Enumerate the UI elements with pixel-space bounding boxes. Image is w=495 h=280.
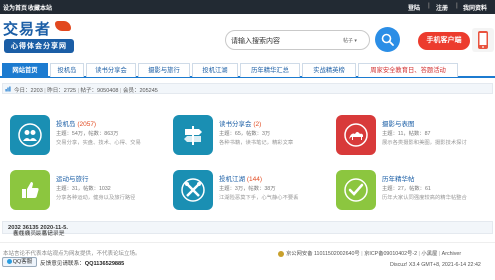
- forum-name[interactable]: 投机岛: [56, 121, 76, 128]
- logo-subtitle: 心得体会分享网: [4, 39, 74, 53]
- set-homepage-link[interactable]: 设为首页: [3, 3, 27, 12]
- forum-stats: 主题：11，帖数：87: [382, 131, 431, 137]
- forum-stats: 主题：31，帖数：1032: [56, 186, 111, 192]
- forum-description: 各种书籍，读书笔记，精彩文章: [219, 140, 294, 146]
- qq-icon: [6, 259, 12, 265]
- forum-new-count: (2057): [77, 121, 97, 128]
- users-icon: [10, 115, 50, 155]
- search-input[interactable]: 请输入搜索内容: [231, 36, 280, 46]
- my-assets-link[interactable]: 我同资料: [463, 3, 487, 12]
- phone-icon: [472, 28, 494, 52]
- bookmark-link[interactable]: 收藏本站: [28, 3, 52, 12]
- site-stats: 今日：2203 | 昨日：2725 | 帖子：9050408 | 会员：2052…: [2, 83, 493, 94]
- nav-reading-club[interactable]: 读书分享会: [86, 63, 136, 77]
- top-bar: 设为首页 收藏本站 登陆 | 注册 | 我同资料: [0, 0, 495, 14]
- signpost-icon: [173, 115, 213, 155]
- forum-item[interactable]: 读书分享会 (2) 主题：65，帖数：3万 各种书籍，读书笔记，精彩文章: [165, 107, 320, 157]
- footer-time: Discuz! X3.4 GMT+8, 2021-6-14 22:42: [390, 262, 481, 268]
- qq-number: QQ1136529885: [84, 261, 125, 267]
- forum-description: 交易分享，实盘、技术、心得、交易: [56, 140, 141, 146]
- forum-name[interactable]: 摄影与表图: [382, 121, 415, 128]
- main-nav: 网站首页 投机岛 读书分享会 摄影与旅行 投机江湖 历年精华汇总 实战精英榜 周…: [0, 62, 495, 78]
- mobile-app-button[interactable]: 手机客户端: [418, 32, 470, 50]
- login-link[interactable]: 登陆: [408, 3, 420, 12]
- chart-icon: [5, 86, 11, 92]
- forum-stats: 主题：54万，帖数：863万: [56, 131, 119, 137]
- logo-title: 交易者: [3, 20, 52, 38]
- stat-today: 2203: [30, 88, 43, 94]
- search-button[interactable]: [375, 27, 400, 52]
- forum-item[interactable]: 运动与旅行 主题：31，帖数：1032 分享各种运动，健身以及旅行路径: [2, 162, 157, 212]
- forum-name[interactable]: 运动与旅行: [56, 176, 89, 183]
- forum-name[interactable]: 历年精华帖: [382, 176, 415, 183]
- stat-yesterday: 2725: [63, 88, 77, 94]
- forum-description: 历年大家认同强度较高的精华帖整合: [382, 195, 467, 201]
- forum-description: 江湖险恶莫下手，心气静心不要丢: [219, 195, 299, 201]
- stat-posts: 9050408: [97, 88, 119, 94]
- site-logo[interactable]: 交易者 心得体会分享网: [3, 18, 75, 56]
- forum-stats: 主题：65，帖数：3万: [219, 131, 271, 137]
- qq-prefix: 反馈意见请联系：: [40, 261, 85, 267]
- footer-disclaimer: 本站言论不代表本站观点为网友提供，不代表论坛立场。: [3, 251, 141, 257]
- nav-jianghu[interactable]: 投机江湖: [192, 63, 238, 77]
- forum-stats: 主题：27，帖数：61: [382, 186, 431, 192]
- forum-description: 展示各类摄影和美图，摄影技术探讨: [382, 140, 467, 146]
- forum-item[interactable]: 投机江湖 (144) 主题：3万，帖数：38万 江湖险恶莫下手，心气静心不要丢: [165, 162, 320, 212]
- tools-icon: [173, 170, 213, 210]
- camel-icon: [336, 115, 376, 155]
- forum-item[interactable]: 投机岛 (2057) 主题：54万，帖数：863万 交易分享，实盘、技术、心得、…: [2, 107, 157, 157]
- forum-new-count: (144): [246, 176, 262, 183]
- handshake-icon: [55, 21, 71, 31]
- forum-name[interactable]: 读书分享会: [219, 121, 252, 128]
- register-link[interactable]: 注册: [436, 3, 448, 12]
- nav-photo-travel[interactable]: 摄影与旅行: [138, 63, 190, 77]
- forum-list: 投机岛 (2057) 主题：54万，帖数：863万 交易分享，实盘、技术、心得、…: [2, 107, 493, 219]
- nav-yearly-best[interactable]: 历年精华汇总: [240, 63, 300, 77]
- search-type-select[interactable]: 帖子 ▾: [343, 37, 357, 44]
- police-badge-icon: [278, 250, 284, 257]
- forum-name[interactable]: 投机江湖: [219, 176, 245, 183]
- forum-item[interactable]: 摄影与表图 主题：11，帖数：87 展示各类摄影和美图，摄影技术探讨: [328, 107, 483, 157]
- nav-elite-ranking[interactable]: 实战精英榜: [302, 63, 356, 77]
- search-box[interactable]: 请输入搜索内容 帖子 ▾: [225, 30, 370, 50]
- nav-safety-education[interactable]: 周家安全教育日、答题活动: [358, 63, 458, 77]
- forum-description: 分享各种运动，健身以及旅行路径: [56, 195, 136, 201]
- thumb-icon: [10, 170, 50, 210]
- forum-new-count: (2): [253, 121, 262, 128]
- forum-stats: 主题：3万，帖数：38万: [219, 186, 276, 192]
- search-icon: [381, 33, 394, 46]
- forum-item[interactable]: 历年精华帖 主题：27，帖数：61 历年大家认同强度较高的精华帖整合: [328, 162, 483, 212]
- stat-members: 205245: [139, 88, 158, 94]
- online-members-bar[interactable]: 在线会员 - 总计 2032 人在线 - 最高记录是 36135 于 2020-…: [2, 221, 493, 237]
- nav-touji-island[interactable]: 投机岛: [50, 63, 84, 77]
- qq-service-button[interactable]: QQ客服: [2, 257, 37, 267]
- check-icon: [336, 170, 376, 210]
- nav-home[interactable]: 网站首页: [2, 63, 48, 77]
